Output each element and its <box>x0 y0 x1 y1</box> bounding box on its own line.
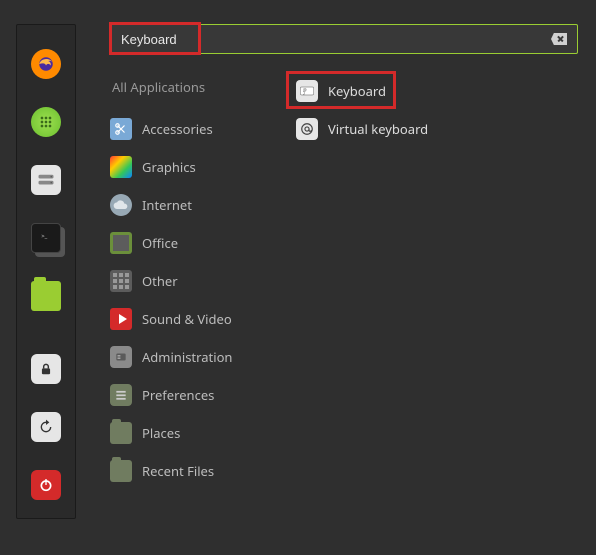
menu-columns: All Applications Accessories Graphics In… <box>110 72 586 490</box>
terminal-icon[interactable]: >_ <box>31 223 61 253</box>
result-keyboard[interactable]: @2 Keyboard <box>290 72 586 110</box>
menu-body: All Applications Accessories Graphics In… <box>110 0 596 555</box>
results-list: @2 Keyboard Virtual keyboard <box>278 72 586 490</box>
disks-glyph <box>37 173 55 187</box>
category-other[interactable]: Other <box>110 262 278 300</box>
keyboard-icon: @2 <box>296 80 318 102</box>
category-internet[interactable]: Internet <box>110 186 278 224</box>
apps-glyph <box>38 114 54 130</box>
category-label: Places <box>142 424 180 442</box>
result-label: Keyboard <box>328 82 386 100</box>
reload-icon[interactable] <box>31 412 61 442</box>
category-graphics[interactable]: Graphics <box>110 148 278 186</box>
folder-recent-icon <box>110 460 132 482</box>
lock-glyph <box>39 361 53 377</box>
search-row <box>110 24 578 54</box>
category-office[interactable]: Office <box>110 224 278 262</box>
firefox-icon[interactable] <box>31 49 61 79</box>
folder-icon <box>110 422 132 444</box>
category-label: Administration <box>142 348 232 366</box>
cloud-icon <box>110 194 132 216</box>
category-sound-video[interactable]: Sound & Video <box>110 300 278 338</box>
firefox-glyph <box>37 55 55 73</box>
clear-search-button[interactable] <box>551 33 567 45</box>
admin-icon <box>110 346 132 368</box>
lock-icon[interactable] <box>31 354 61 384</box>
terminal-glyph: >_ <box>39 231 53 245</box>
svg-text:>_: >_ <box>41 232 47 240</box>
palette-icon <box>110 156 132 178</box>
category-label: Accessories <box>142 120 213 138</box>
apps-icon[interactable] <box>31 107 61 137</box>
category-accessories[interactable]: Accessories <box>110 110 278 148</box>
category-all-applications[interactable]: All Applications <box>110 72 278 110</box>
reload-glyph <box>38 419 54 435</box>
category-label: Graphics <box>142 158 196 176</box>
grid-icon <box>110 270 132 292</box>
category-administration[interactable]: Administration <box>110 338 278 376</box>
category-label: Preferences <box>142 386 214 404</box>
office-icon <box>110 232 132 254</box>
category-places[interactable]: Places <box>110 414 278 452</box>
category-label: Sound & Video <box>142 310 232 328</box>
category-label: Other <box>142 272 178 290</box>
category-label: Internet <box>142 196 192 214</box>
result-label: Virtual keyboard <box>328 120 428 138</box>
at-icon <box>296 118 318 140</box>
category-preferences[interactable]: Preferences <box>110 376 278 414</box>
categories-list: All Applications Accessories Graphics In… <box>110 72 278 490</box>
power-icon[interactable] <box>31 470 61 500</box>
preferences-icon <box>110 384 132 406</box>
category-label: Office <box>142 234 178 252</box>
result-virtual-keyboard[interactable]: Virtual keyboard <box>290 110 586 148</box>
files-icon[interactable] <box>31 281 61 311</box>
scissors-icon <box>110 118 132 140</box>
search-input[interactable] <box>121 32 551 47</box>
power-glyph <box>38 477 54 493</box>
category-label: Recent Files <box>142 462 214 480</box>
play-icon <box>110 308 132 330</box>
disks-icon[interactable] <box>31 165 61 195</box>
favorites-sidebar: >_ <box>16 24 76 519</box>
category-recent-files[interactable]: Recent Files <box>110 452 278 490</box>
